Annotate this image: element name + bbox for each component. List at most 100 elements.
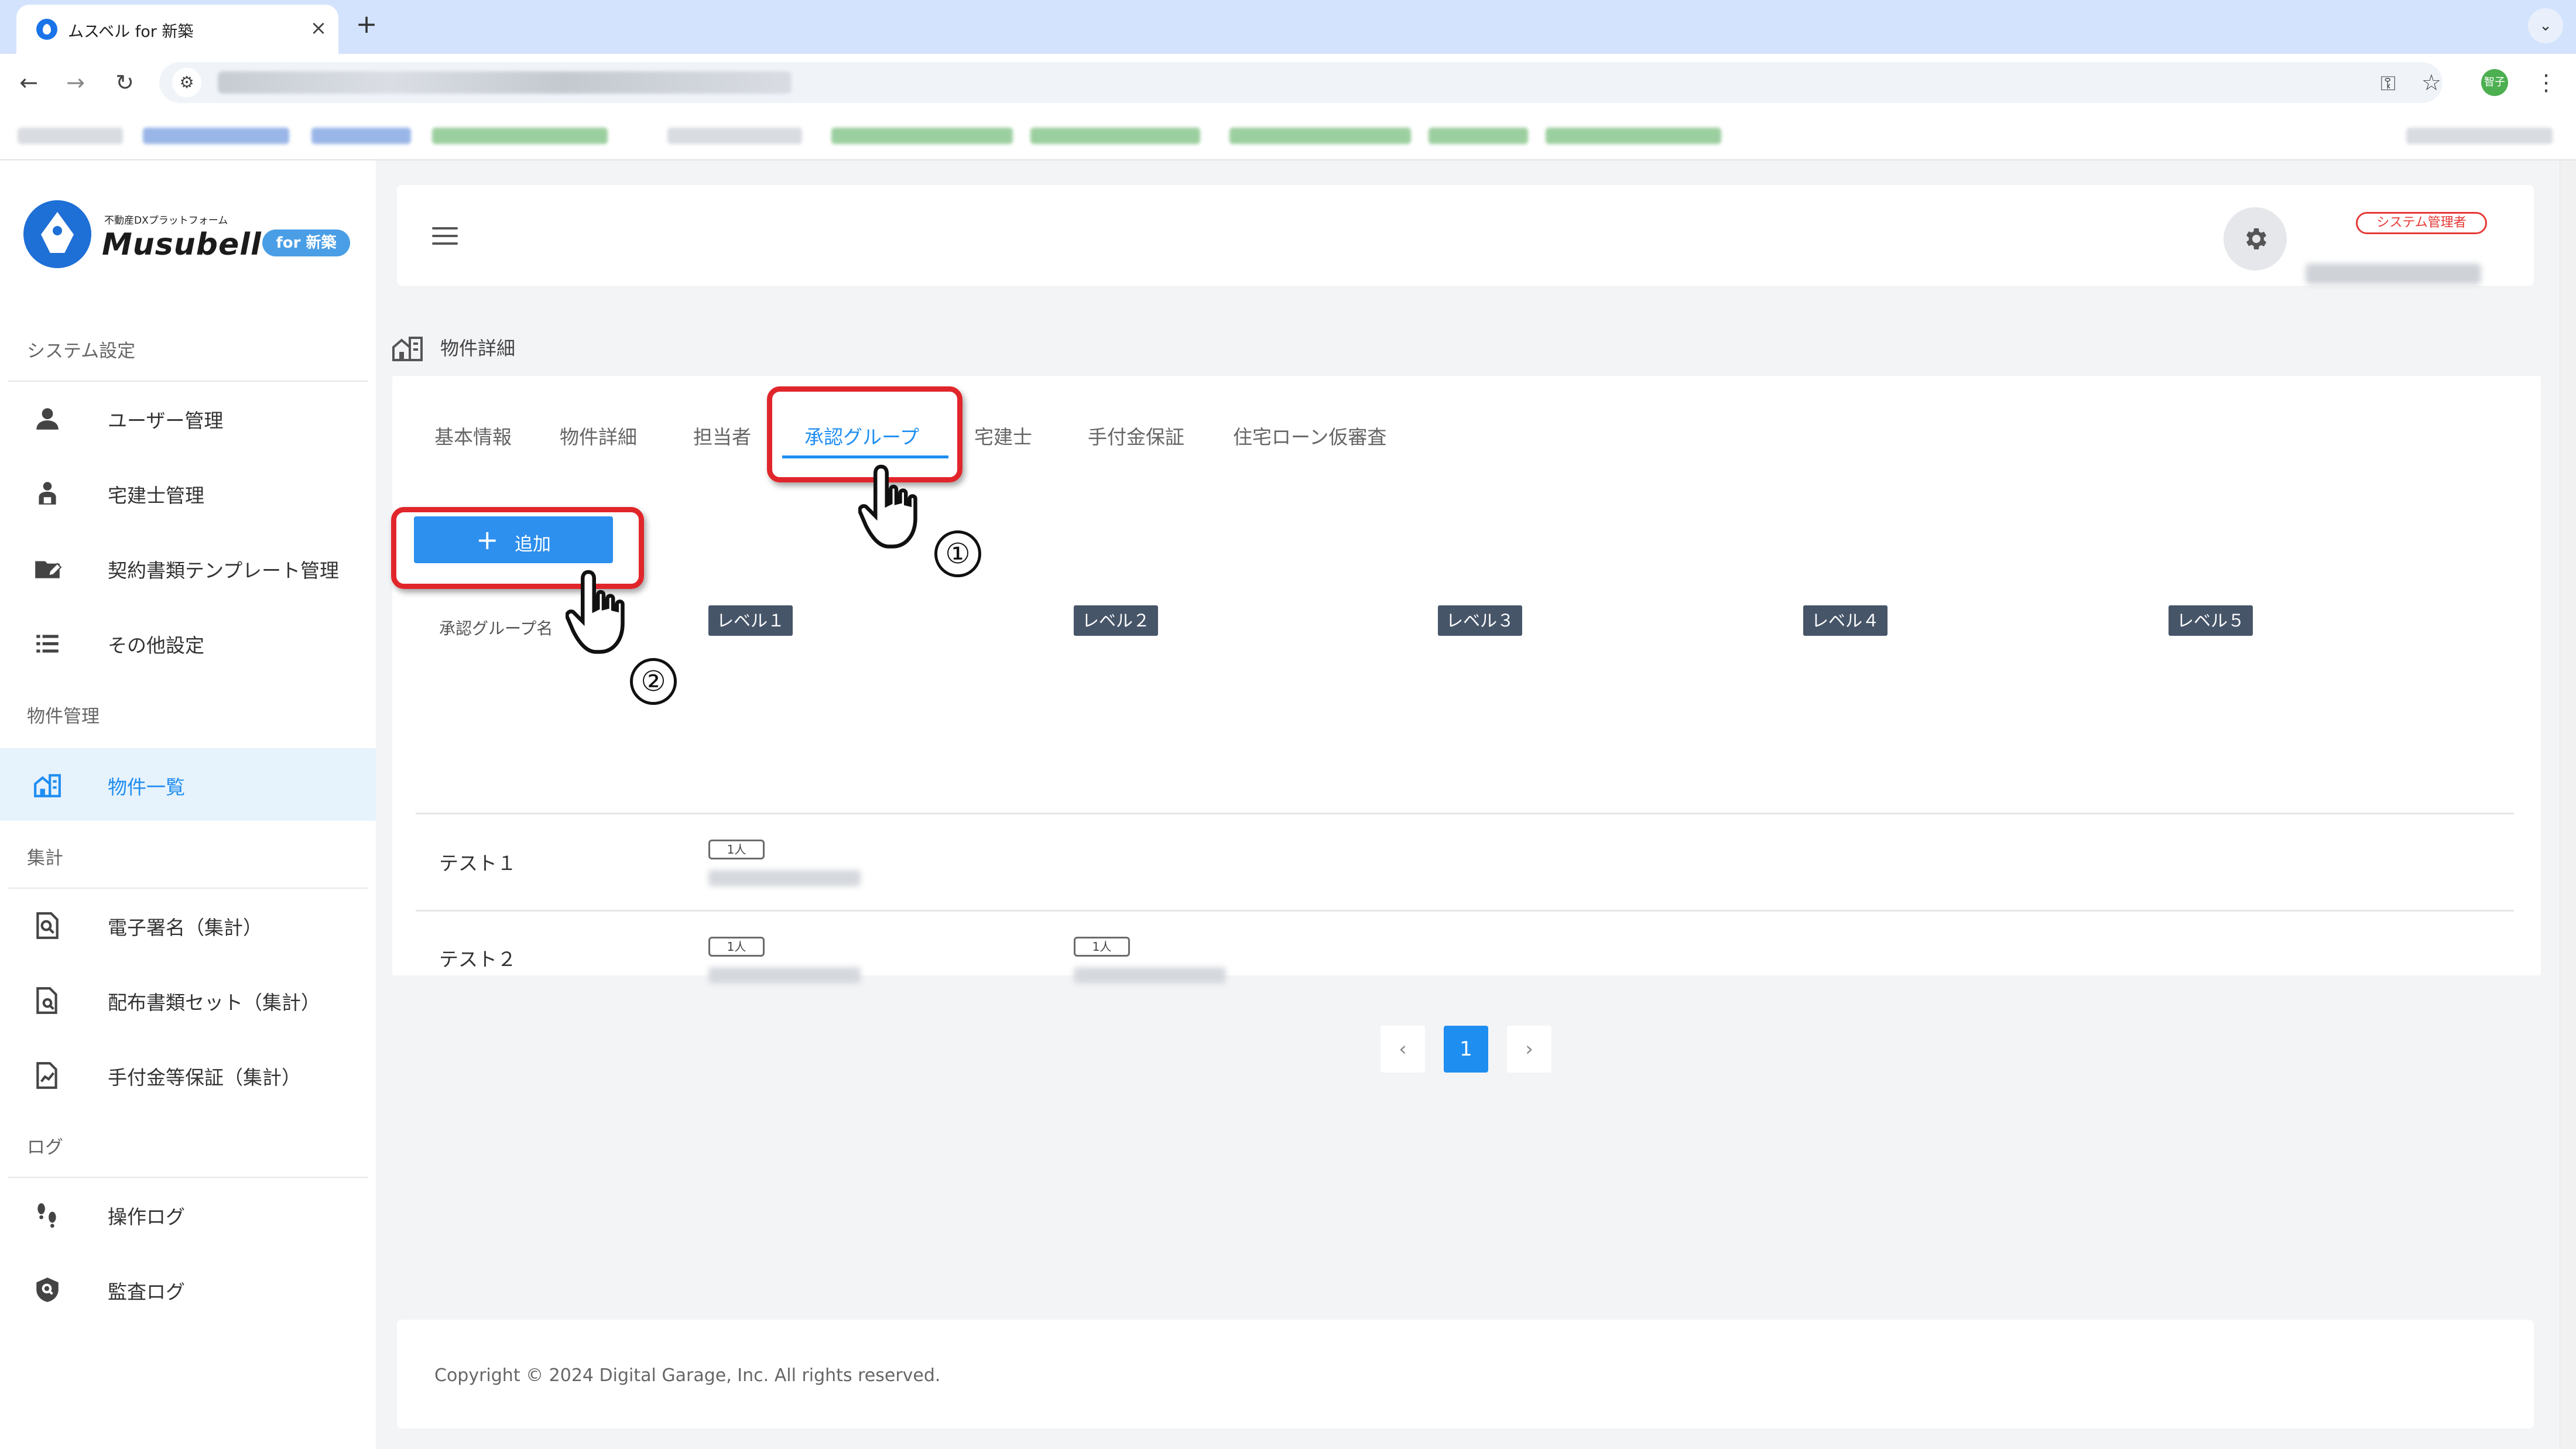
browser-tab-strip: ムスベル for 新築 × + ⌄: [0, 0, 2576, 54]
tab-deposit-guarantee[interactable]: 手付金保証: [1088, 422, 1184, 450]
chart-file-icon: [36, 1062, 57, 1089]
footer: Copyright © 2024 Digital Garage, Inc. Al…: [397, 1320, 2534, 1429]
sidebar-item-distribution-docs-summary[interactable]: 配布書類セット（集計）: [0, 964, 376, 1036]
hamburger-menu-icon[interactable]: [432, 227, 458, 245]
sidebar-section-system-settings: システム設定: [27, 341, 136, 362]
sidebar-item-property-list[interactable]: 物件一覧: [0, 748, 376, 821]
sidebar: 不動産DXプラットフォーム Musubell for 新築 システム設定 ユーザ…: [0, 160, 376, 1449]
group-name-test2[interactable]: テスト２: [439, 944, 516, 972]
sidebar-item-operation-log[interactable]: 操作ログ: [0, 1178, 376, 1251]
bookmark-item[interactable]: [1546, 128, 1721, 144]
approver-name-blurred: [1074, 967, 1226, 984]
password-key-icon[interactable]: ⚿: [2370, 66, 2406, 102]
sidebar-item-label: 配布書類セット（集計）: [108, 991, 320, 1014]
tab-mortgage-prescreen[interactable]: 住宅ローン仮審査: [1233, 422, 1386, 450]
back-icon[interactable]: ←: [11, 64, 47, 101]
member-count-badge: 1人: [708, 840, 765, 859]
browser-menu-icon[interactable]: ⋮: [2528, 64, 2564, 101]
bookmark-item[interactable]: [311, 128, 411, 144]
column-header-level-5: レベル５: [2169, 605, 2253, 636]
sidebar-item-user-management[interactable]: ユーザー管理: [0, 382, 376, 454]
profile-avatar[interactable]: 智子: [2481, 69, 2508, 96]
bookmark-item[interactable]: [667, 128, 802, 144]
tab-list-chevron-down-icon[interactable]: ⌄: [2528, 8, 2563, 43]
sidebar-section-aggregation: 集計: [27, 848, 63, 869]
url-text-blurred: [218, 71, 792, 94]
document-search-icon: [36, 912, 59, 939]
tab-basic-info[interactable]: 基本情報: [434, 422, 512, 450]
agent-icon: [39, 482, 56, 505]
approver-name-blurred: [708, 870, 861, 886]
sidebar-item-other-settings[interactable]: その他設定: [0, 607, 376, 679]
sidebar-item-audit-log[interactable]: 監査ログ: [0, 1253, 376, 1325]
bookmarks-bar: [0, 111, 2576, 160]
sidebar-item-label: 宅建士管理: [108, 484, 204, 507]
sidebar-item-deposit-guarantee-summary[interactable]: 手付金等保証（集計）: [0, 1039, 376, 1111]
sidebar-item-label: その他設定: [108, 634, 204, 657]
column-header-level-3: レベル３: [1438, 605, 1523, 636]
bookmark-item[interactable]: [1229, 128, 1411, 144]
bookmark-item[interactable]: [18, 128, 123, 144]
sidebar-item-contract-templates[interactable]: 契約書類テンプレート管理: [0, 532, 376, 604]
pointing-hand-icon: [566, 570, 625, 654]
browser-tab[interactable]: ムスベル for 新築 ×: [16, 5, 338, 54]
address-bar[interactable]: ⚙: [159, 62, 2443, 103]
bookmark-item[interactable]: [831, 128, 1013, 144]
app-viewport: 不動産DXプラットフォーム Musubell for 新築 システム設定 ユーザ…: [0, 160, 2576, 1449]
edit-folder-icon: [35, 561, 62, 578]
role-badge: システム管理者: [2356, 212, 2487, 234]
forward-icon[interactable]: →: [57, 64, 94, 101]
pagination-prev[interactable]: ‹: [1381, 1026, 1425, 1073]
pagination-next[interactable]: ›: [1507, 1026, 1551, 1073]
favicon-icon: [36, 19, 57, 40]
copyright-text: Copyright © 2024 Digital Garage, Inc. Al…: [434, 1365, 941, 1386]
row-divider: [416, 910, 2514, 912]
browser-toolbar: ← → ↻ ⚙ ⚿ ☆ 智子 ⋮: [0, 54, 2576, 111]
step-2-marker: ②: [630, 658, 677, 705]
close-tab-icon[interactable]: ×: [306, 15, 331, 41]
list-icon: [36, 635, 59, 653]
column-header-level-1: レベル１: [708, 605, 793, 636]
step-1-marker: ①: [934, 530, 981, 577]
new-tab-button[interactable]: +: [350, 8, 383, 41]
top-header: システム管理者: [397, 185, 2534, 286]
tab-property-detail[interactable]: 物件詳細: [560, 422, 637, 450]
bookmark-item[interactable]: [143, 128, 289, 144]
bookmark-item[interactable]: [1429, 128, 1528, 144]
column-header-group-name: 承認グループ名: [439, 619, 553, 638]
all-bookmarks-item[interactable]: [2406, 128, 2553, 144]
page-title: 物件詳細: [440, 337, 516, 359]
tab-licensed-agent[interactable]: 宅建士: [974, 422, 1032, 450]
bookmark-item[interactable]: [1030, 128, 1200, 144]
user-name-blurred[interactable]: [2306, 263, 2481, 285]
bookmark-star-icon[interactable]: ☆: [2413, 64, 2450, 101]
settings-button[interactable]: [2224, 207, 2287, 270]
sidebar-item-e-signature-summary[interactable]: 電子署名（集計）: [0, 889, 376, 961]
sidebar-item-label: 契約書類テンプレート管理: [108, 559, 340, 582]
browser-tab-title: ムスベル for 新築: [68, 23, 194, 41]
sidebar-item-label: ユーザー管理: [108, 409, 224, 432]
approver-name-blurred: [708, 967, 861, 984]
sidebar-item-label: 物件一覧: [108, 776, 185, 799]
page-scrollbar[interactable]: [2560, 160, 2576, 1449]
group-name-test1[interactable]: テスト１: [439, 848, 516, 876]
user-icon: [36, 408, 59, 430]
logo-pen-icon: [23, 200, 91, 268]
site-settings-icon[interactable]: ⚙: [172, 68, 201, 97]
musubell-logo[interactable]: 不動産DXプラットフォーム Musubell for 新築: [23, 199, 363, 269]
row-divider: [416, 813, 2514, 814]
sidebar-item-agent-management[interactable]: 宅建士管理: [0, 457, 376, 529]
tab-staff[interactable]: 担当者: [693, 422, 751, 450]
pointing-hand-icon: [858, 464, 917, 549]
member-count-badge: 1人: [1074, 937, 1130, 957]
column-header-level-2: レベル２: [1074, 605, 1159, 636]
logo-name: Musubell: [102, 227, 262, 262]
pagination-page-1[interactable]: 1: [1444, 1026, 1488, 1073]
bookmark-item[interactable]: [432, 128, 608, 144]
sidebar-section-logs: ログ: [27, 1137, 63, 1158]
member-count-badge: 1人: [708, 937, 765, 957]
reload-icon[interactable]: ↻: [107, 64, 143, 101]
shield-search-icon: [36, 1277, 59, 1302]
sidebar-item-label: 電子署名（集計）: [108, 916, 262, 939]
column-header-level-4: レベル４: [1803, 605, 1888, 636]
